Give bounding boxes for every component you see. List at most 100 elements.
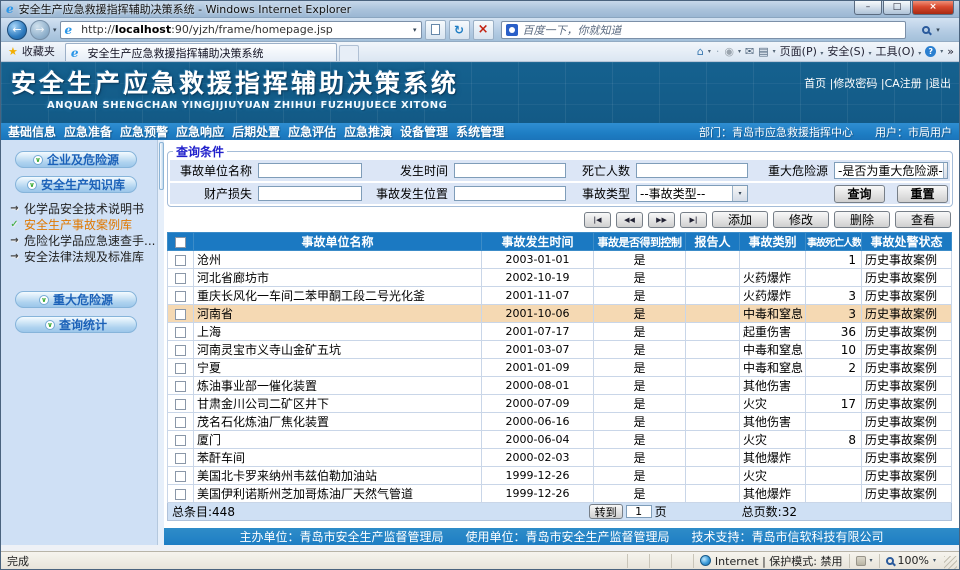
page-number-input[interactable] (626, 505, 652, 518)
goto-page-button[interactable]: 转到 (589, 504, 623, 519)
rss-feed-icon[interactable]: ◉ (724, 45, 734, 58)
protected-mode-segment[interactable]: ▾ (849, 554, 879, 568)
sidebar-menu-item[interactable]: → 危险化学品应急速查手... (6, 233, 157, 249)
row-checkbox[interactable] (175, 291, 186, 302)
record-action-button[interactable]: 删除 (834, 211, 890, 228)
scrollbar-thumb[interactable] (159, 142, 164, 190)
row-checkbox[interactable] (175, 489, 186, 500)
feed-caret-icon[interactable]: ▾ (738, 48, 741, 55)
table-row[interactable]: 炼油事业部一催化装置 2000-08-01 是 其他伤害 历史事故案例 (168, 377, 952, 395)
main-menu-item[interactable]: 应急预警 (120, 123, 168, 140)
table-row[interactable]: 美国伊利诺斯州芝加哥炼油厂天然气管道 1999-12-26 是 其他爆炸 历史事… (168, 485, 952, 503)
tab-active[interactable]: e 安全生产应急救援指挥辅助决策系统 (65, 43, 337, 61)
zoom-caret-icon[interactable]: ▾ (933, 557, 936, 564)
sidebar-scrollbar[interactable] (157, 140, 164, 545)
table-row[interactable]: 上海 2001-07-17 是 起重伤害 36 历史事故案例 (168, 323, 952, 341)
command-menu-item[interactable]: 工具(O) ▾ (875, 43, 921, 59)
table-row[interactable]: 河南灵宝市义寺山金矿五坑 2001-03-07 是 中毒和窒息 10 历史事故案… (168, 341, 952, 359)
row-checkbox[interactable] (175, 309, 186, 320)
pager-nav-button[interactable]: ▶| (680, 212, 707, 228)
sidebar-section-query-stats[interactable]: ∨ 查询统计 (15, 316, 137, 333)
command-menu-item[interactable]: 页面(P) ▾ (780, 43, 824, 59)
sidebar-section-knowledge[interactable]: ∨ 安全生产知识库 (15, 176, 137, 193)
address-caret-icon[interactable]: ▾ (413, 26, 417, 34)
row-checkbox[interactable] (175, 345, 186, 356)
pager-nav-button[interactable]: ◀◀ (616, 212, 643, 228)
table-row[interactable]: 宁夏 2001-01-09 是 中毒和窒息 2 历史事故案例 (168, 359, 952, 377)
main-menu-item[interactable]: 应急推演 (344, 123, 392, 140)
dropdown-arrow-icon[interactable]: ▾ (732, 186, 747, 201)
row-checkbox[interactable] (175, 471, 186, 482)
property-loss-input[interactable] (258, 186, 362, 201)
maximize-button[interactable]: □ (883, 1, 911, 15)
search-caret-icon[interactable]: ▾ (936, 26, 940, 34)
main-menu-item[interactable]: 应急评估 (288, 123, 336, 140)
sidebar-section-enterprises[interactable]: ∨ 企业及危险源 (15, 151, 137, 168)
table-row[interactable]: 河北省廊坊市 2002-10-19 是 火药爆炸 历史事故案例 (168, 269, 952, 287)
occur-time-input[interactable] (454, 163, 566, 178)
row-checkbox[interactable] (175, 363, 186, 374)
close-button[interactable]: × (912, 1, 954, 15)
sidebar-menu-item[interactable]: ✓ 安全生产事故案例库 (6, 217, 157, 233)
print-icon[interactable]: ▤ (758, 45, 768, 58)
favorites-button[interactable]: ★ 收藏夹 (4, 43, 65, 61)
address-field[interactable]: e http://localhost:90/yjzh/frame/homepag… (60, 21, 422, 39)
table-row[interactable]: 河南省 2001-10-06 是 中毒和窒息 3 历史事故案例 (168, 305, 952, 323)
main-menu-item[interactable]: 基础信息 (8, 123, 56, 140)
search-box[interactable]: 百度一下，你就知道 (501, 21, 906, 39)
history-caret-icon[interactable]: ▾ (53, 26, 57, 34)
home-caret-icon[interactable]: ▾ (708, 48, 711, 55)
home-icon[interactable]: ⌂ (697, 45, 704, 58)
top-link[interactable]: |修改密码 (830, 75, 881, 91)
table-row[interactable]: 沧州 2003-01-01 是 1 历史事故案例 (168, 251, 952, 269)
minimize-button[interactable]: – (854, 1, 882, 15)
top-link[interactable]: |退出 (925, 75, 951, 91)
stop-button[interactable]: × (473, 20, 494, 40)
row-checkbox[interactable] (175, 399, 186, 410)
help-caret-icon[interactable]: ▾ (940, 48, 943, 55)
table-row[interactable]: 苯酐车间 2000-02-03 是 其他爆炸 历史事故案例 (168, 449, 952, 467)
main-menu-item[interactable]: 应急准备 (64, 123, 112, 140)
read-mail-icon[interactable]: ✉ (745, 45, 754, 58)
unit-name-input[interactable] (258, 163, 362, 178)
accident-type-select[interactable]: --事故类型-- ▾ (636, 185, 748, 202)
search-button[interactable]: ▾ (909, 20, 953, 40)
table-row[interactable]: 厦门 2000-06-04 是 火灾 8 历史事故案例 (168, 431, 952, 449)
row-checkbox[interactable] (175, 255, 186, 266)
sidebar-menu-item[interactable]: → 化学品安全技术说明书 (6, 201, 157, 217)
main-menu-item[interactable]: 设备管理 (400, 123, 448, 140)
main-menu-item[interactable]: 后期处置 (232, 123, 280, 140)
death-count-input[interactable] (636, 163, 748, 178)
dropdown-arrow-icon[interactable]: ▾ (943, 163, 948, 178)
record-action-button[interactable]: 修改 (773, 211, 829, 228)
back-button[interactable]: ← (7, 20, 27, 40)
more-commands-chevron-icon[interactable]: » (947, 45, 954, 58)
pager-nav-button[interactable]: |◀ (584, 212, 611, 228)
reset-button[interactable]: 重置 (897, 185, 948, 203)
row-checkbox[interactable] (175, 327, 186, 338)
table-row[interactable]: 美国北卡罗来纳州韦兹伯勒加油站 1999-12-26 是 火灾 历史事故案例 (168, 467, 952, 485)
forward-button[interactable]: → (30, 20, 50, 40)
row-checkbox[interactable] (175, 273, 186, 284)
compatibility-view-button[interactable] (425, 20, 446, 40)
sidebar-menu-item[interactable]: → 安全法律法规及标准库 (6, 249, 157, 265)
help-icon[interactable]: ? (925, 46, 936, 57)
segment-caret-icon[interactable]: ▾ (870, 557, 873, 564)
major-hazard-select[interactable]: -是否为重大危险源- ▾ (834, 162, 948, 179)
resize-grip[interactable] (944, 556, 957, 569)
table-row[interactable]: 甘肃金川公司二矿区井下 2000-07-09 是 火灾 17 历史事故案例 (168, 395, 952, 413)
main-menu-item[interactable]: 应急响应 (176, 123, 224, 140)
table-row[interactable]: 重庆长风化一车间二苯甲酮工段二号光化釜 2001-11-07 是 火药爆炸 3 … (168, 287, 952, 305)
top-link[interactable]: |CA注册 (881, 75, 925, 91)
new-tab-button[interactable] (339, 45, 359, 61)
row-checkbox[interactable] (175, 435, 186, 446)
record-action-button[interactable]: 查看 (895, 211, 951, 228)
zoom-control[interactable]: 100% ▾ (879, 554, 942, 568)
location-input[interactable] (454, 186, 566, 201)
select-all-checkbox[interactable] (175, 237, 186, 248)
pager-nav-button[interactable]: ▶▶ (648, 212, 675, 228)
command-menu-item[interactable]: 安全(S) ▾ (827, 43, 871, 59)
record-action-button[interactable]: 添加 (712, 211, 768, 228)
sidebar-section-major-hazards[interactable]: ∨ 重大危险源 (15, 291, 137, 308)
top-link[interactable]: 首页 (804, 75, 830, 91)
